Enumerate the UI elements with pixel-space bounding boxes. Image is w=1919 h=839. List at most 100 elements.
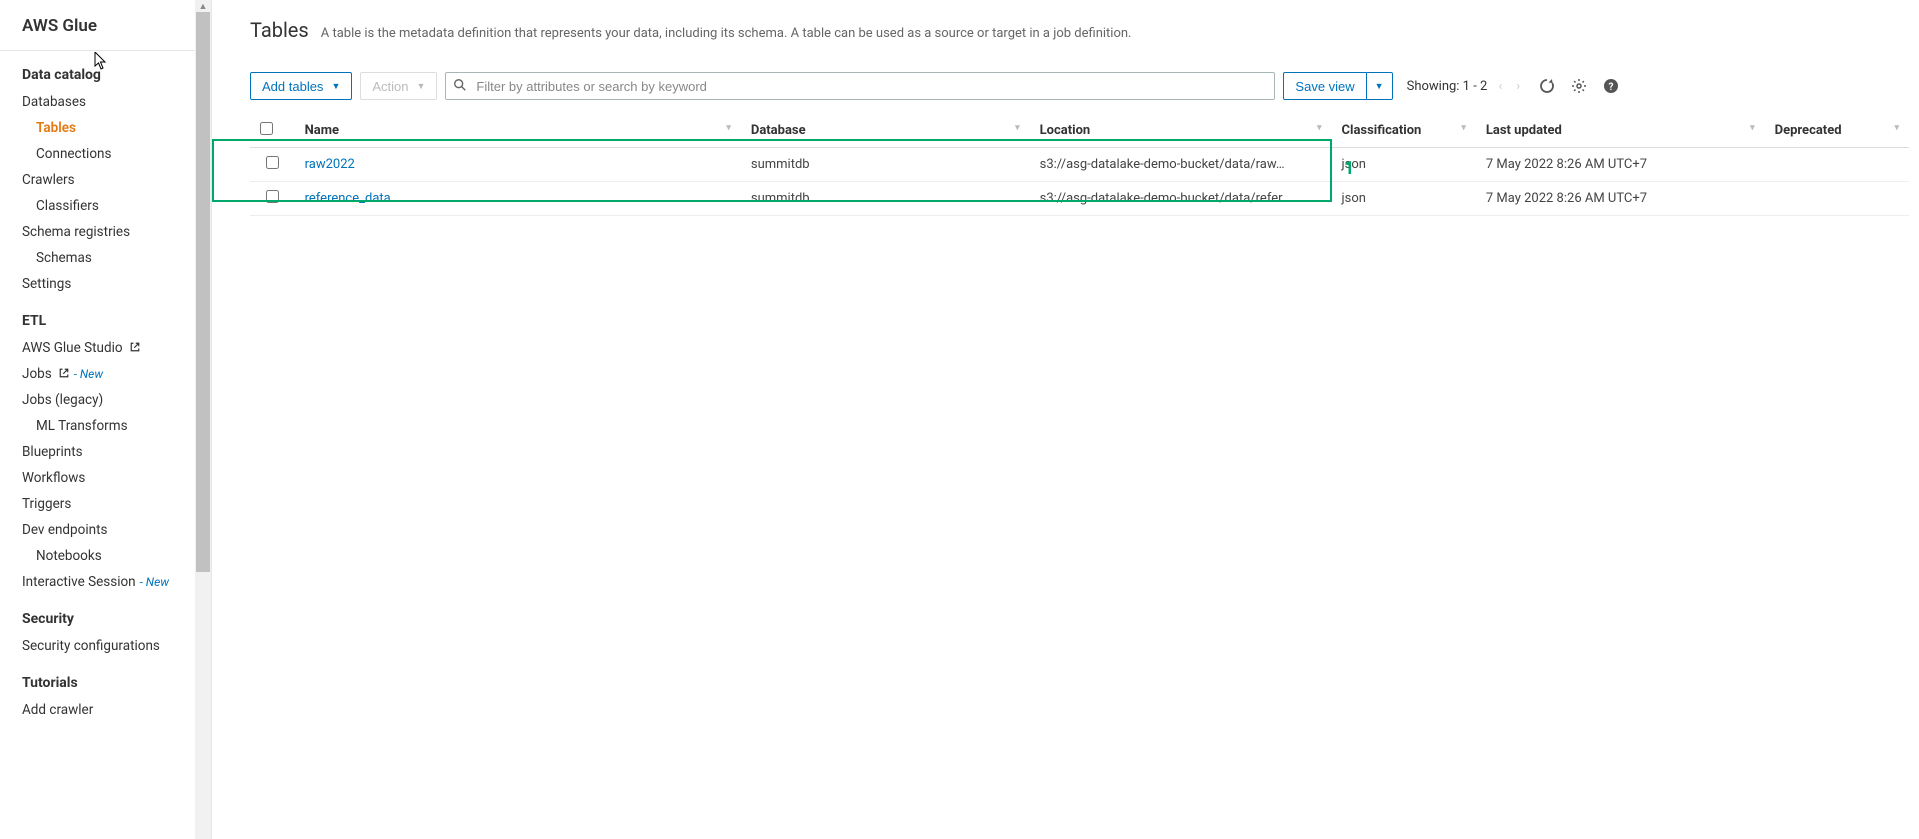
external-link-icon [129, 340, 141, 356]
sidebar-item-interactive-session[interactable]: Interactive Session - New [0, 569, 211, 595]
sidebar-item-triggers[interactable]: Triggers [0, 491, 211, 517]
sidebar-item-label: Security configurations [22, 638, 160, 654]
cell-database: summitdb [741, 148, 1030, 182]
prev-page-button[interactable]: ‹ [1495, 79, 1505, 94]
sidebar-section-title: Data catalog [0, 51, 211, 89]
sidebar-section-title: Tutorials [0, 659, 211, 697]
add-tables-button[interactable]: Add tables ▼ [250, 72, 352, 100]
sidebar-item-jobs-legacy-[interactable]: Jobs (legacy) [0, 387, 211, 413]
sidebar-item-label: Triggers [22, 496, 71, 512]
cell-last-updated: 7 May 2022 8:26 AM UTC+7 [1476, 148, 1765, 182]
search-input[interactable] [445, 72, 1275, 100]
sidebar-item-security-configurations[interactable]: Security configurations [0, 633, 211, 659]
sidebar-item-add-crawler[interactable]: Add crawler [0, 697, 211, 723]
search-wrap [445, 72, 1275, 100]
action-button[interactable]: Action ▼ [360, 72, 437, 100]
annotation-label: 1 [1344, 158, 1354, 179]
sidebar-item-databases[interactable]: Databases [0, 89, 211, 115]
col-name: Name▾ [295, 114, 741, 148]
cell-last-updated: 7 May 2022 8:26 AM UTC+7 [1476, 182, 1765, 216]
page-title: Tables [250, 18, 309, 42]
row-checkbox[interactable] [266, 156, 279, 169]
tables-table: Name▾ Database▾ Location▾ Classification… [250, 114, 1909, 216]
main-content: Tables A table is the metadata definitio… [212, 0, 1919, 839]
add-tables-label: Add tables [262, 79, 323, 94]
sidebar-item-label: Notebooks [36, 548, 102, 564]
page-header: Tables A table is the metadata definitio… [250, 0, 1919, 52]
sidebar-item-label: Add crawler [22, 702, 93, 718]
sort-icon[interactable]: ▾ [1015, 123, 1020, 133]
cell-database: summitdb [741, 182, 1030, 216]
sidebar-item-label: Databases [22, 94, 86, 110]
toolbar: Add tables ▼ Action ▼ Save view ▼ Showin… [250, 52, 1919, 114]
new-badge: - New [140, 575, 169, 589]
sidebar-item-crawlers[interactable]: Crawlers [0, 167, 211, 193]
gear-icon[interactable] [1571, 78, 1587, 94]
caret-down-icon: ▼ [1375, 81, 1384, 91]
sidebar-item-label: Schemas [36, 250, 92, 266]
sidebar-item-label: Settings [22, 276, 71, 292]
sidebar-item-aws-glue-studio[interactable]: AWS Glue Studio [0, 335, 211, 361]
save-view-button[interactable]: Save view [1283, 72, 1366, 100]
sidebar-item-schemas[interactable]: Schemas [0, 245, 211, 271]
action-label: Action [372, 79, 408, 94]
sidebar-item-notebooks[interactable]: Notebooks [0, 543, 211, 569]
cell-deprecated [1765, 148, 1909, 182]
sidebar-item-label: Dev endpoints [22, 522, 107, 538]
col-location: Location▾ [1030, 114, 1332, 148]
sort-icon[interactable]: ▾ [1461, 123, 1466, 133]
sidebar-item-dev-endpoints[interactable]: Dev endpoints [0, 517, 211, 543]
sidebar-item-label: Connections [36, 146, 111, 162]
select-all-checkbox[interactable] [260, 122, 273, 135]
sidebar-item-schema-registries[interactable]: Schema registries [0, 219, 211, 245]
col-deprecated: Deprecated▾ [1765, 114, 1909, 148]
sidebar-item-label: Jobs (legacy) [22, 392, 103, 408]
sidebar-item-classifiers[interactable]: Classifiers [0, 193, 211, 219]
cell-location: s3://asg-datalake-demo-bucket/data/refer… [1030, 182, 1332, 216]
cell-location: s3://asg-datalake-demo-bucket/data/raw… [1030, 148, 1332, 182]
showing-text: Showing: 1 - 2 [1407, 79, 1488, 94]
sidebar-item-label: ML Transforms [36, 418, 128, 434]
sort-icon[interactable]: ▾ [1750, 123, 1755, 133]
sidebar-item-label: Classifiers [36, 198, 99, 214]
sidebar-item-label: Interactive Session [22, 574, 136, 590]
new-badge: - New [74, 367, 103, 381]
sidebar-item-jobs[interactable]: Jobs - New [0, 361, 211, 387]
sidebar-item-ml-transforms[interactable]: ML Transforms [0, 413, 211, 439]
sidebar-section-title: ETL [0, 297, 211, 335]
sidebar-item-settings[interactable]: Settings [0, 271, 211, 297]
caret-down-icon: ▼ [331, 81, 340, 91]
sidebar-item-connections[interactable]: Connections [0, 141, 211, 167]
caret-down-icon: ▼ [417, 81, 426, 91]
sidebar-item-label: Schema registries [22, 224, 130, 240]
table-name-link[interactable]: reference_data [305, 191, 391, 206]
table-row[interactable]: reference_data summitdbs3://asg-datalake-… [250, 182, 1909, 216]
row-checkbox[interactable] [266, 190, 279, 203]
refresh-icon[interactable] [1539, 78, 1555, 94]
sort-icon[interactable]: ▾ [1894, 123, 1899, 133]
save-view-dropdown[interactable]: ▼ [1367, 72, 1393, 100]
svg-text:?: ? [1609, 82, 1614, 93]
search-icon [453, 78, 467, 92]
col-database: Database▾ [741, 114, 1030, 148]
sidebar-item-label: Workflows [22, 470, 85, 486]
help-icon[interactable]: ? [1603, 78, 1619, 94]
external-link-icon [58, 366, 70, 382]
cell-classification: json [1332, 182, 1476, 216]
sidebar-item-label: Jobs [22, 366, 52, 382]
scrollbar-track[interactable]: ▲ [195, 0, 211, 839]
table-row[interactable]: raw2022 summitdbs3://asg-datalake-demo-bu… [250, 148, 1909, 182]
scroll-up-icon[interactable]: ▲ [195, 0, 211, 12]
sort-icon[interactable]: ▾ [726, 123, 731, 133]
col-classification: Classification▾ [1332, 114, 1476, 148]
table-name-link[interactable]: raw2022 [305, 157, 355, 172]
sidebar-item-blueprints[interactable]: Blueprints [0, 439, 211, 465]
sidebar-item-workflows[interactable]: Workflows [0, 465, 211, 491]
sidebar: AWS Glue Data catalogDatabasesTablesConn… [0, 0, 212, 839]
next-page-button[interactable]: › [1513, 79, 1523, 94]
sidebar-item-tables[interactable]: Tables [0, 115, 211, 141]
cell-deprecated [1765, 182, 1909, 216]
scrollbar-thumb[interactable] [196, 12, 210, 572]
sort-icon[interactable]: ▾ [1317, 123, 1322, 133]
save-view-group: Save view ▼ [1283, 72, 1392, 100]
